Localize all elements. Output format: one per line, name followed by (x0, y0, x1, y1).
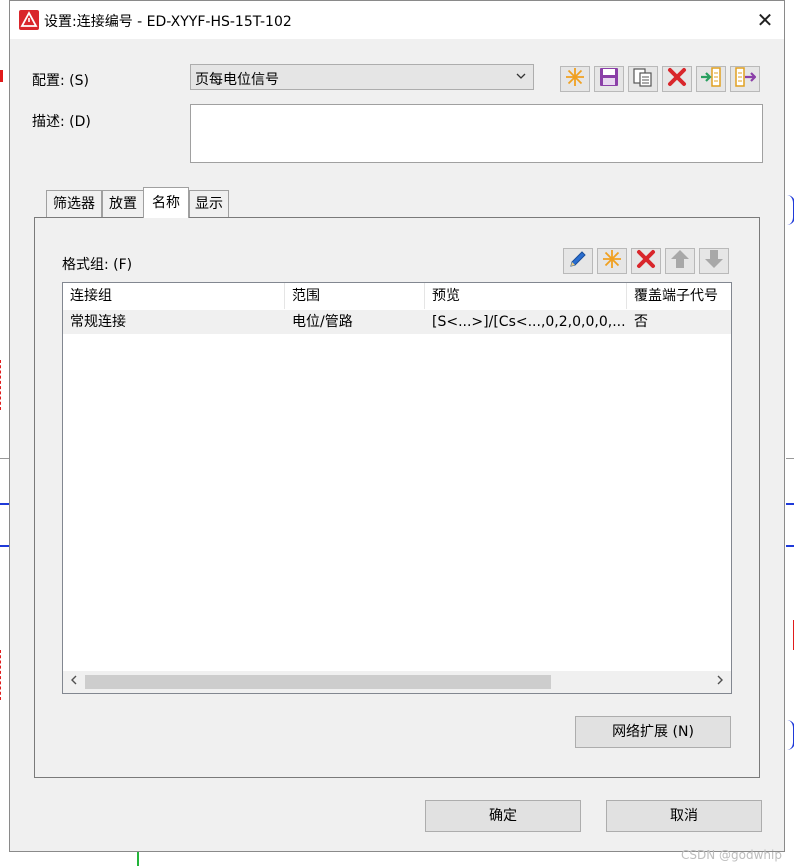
tab-placement[interactable]: 放置 (102, 190, 144, 217)
delete-icon (666, 66, 688, 92)
export-config-button[interactable] (730, 66, 760, 92)
description-label: 描述: (D) (32, 114, 91, 130)
watermark: CSDN @godwhip (681, 848, 782, 862)
move-down-icon (703, 248, 725, 274)
column-header-range[interactable]: 范围 (285, 283, 425, 309)
cad-blue-line (0, 503, 9, 505)
table-row[interactable]: 常规连接 电位/管路 [S<...>]/[Cs<...,0,2,0,0,0,..… (63, 310, 731, 334)
window-title: 设置:连接编号 - ED-XYYF-HS-15T-102 (44, 14, 292, 30)
delete-format-button[interactable] (631, 248, 661, 274)
import-config-button[interactable] (696, 66, 726, 92)
cad-green-line (137, 852, 139, 866)
format-group-label: 格式组: (F) (62, 257, 133, 273)
move-up-button[interactable] (665, 248, 695, 274)
column-header-preview[interactable]: 预览 (425, 283, 627, 309)
tab-name[interactable]: 名称 (143, 187, 189, 218)
cell-override-terminal: 否 (634, 314, 648, 330)
cell-preview: [S<...>]/[Cs<...,0,2,0,0,0,... (432, 314, 626, 330)
move-up-icon (669, 248, 691, 274)
app-logo-icon (19, 10, 39, 30)
description-field[interactable] (190, 104, 763, 163)
move-down-button[interactable] (699, 248, 729, 274)
tab-label: 筛选器 (53, 196, 95, 212)
save-config-button[interactable] (594, 66, 624, 92)
import-icon (700, 66, 722, 92)
tab-label: 名称 (152, 195, 180, 211)
edit-icon (567, 248, 589, 274)
cad-blue-mark (787, 720, 794, 750)
copy-icon (632, 66, 654, 92)
format-group-table[interactable]: 连接组 范围 预览 覆盖端子代号 常规连接 电位/管路 [S<...>]/[Cs… (62, 282, 732, 694)
cad-blue-line (0, 545, 9, 547)
new-icon (564, 66, 586, 92)
cad-blue-mark (787, 195, 794, 225)
cad-gray-line (0, 458, 9, 459)
scrollbar-thumb[interactable] (85, 675, 551, 689)
tab-label: 显示 (195, 196, 223, 212)
save-icon (598, 66, 620, 92)
close-button[interactable]: ✕ (750, 5, 780, 35)
chevron-down-icon (515, 70, 527, 85)
scroll-right-icon[interactable] (715, 673, 725, 690)
new-icon (601, 248, 623, 274)
tab-display[interactable]: 显示 (189, 190, 229, 217)
new-config-button[interactable] (560, 66, 590, 92)
ok-button[interactable]: 确定 (425, 800, 581, 832)
config-dropdown[interactable]: 页每电位信号 (190, 64, 534, 90)
settings-dialog: 设置:连接编号 - ED-XYYF-HS-15T-102 ✕ 配置: (S) 页… (9, 0, 785, 852)
column-header-connection-group[interactable]: 连接组 (63, 283, 285, 309)
title-bar: 设置:连接编号 - ED-XYYF-HS-15T-102 ✕ (10, 1, 784, 39)
config-selected-value: 页每电位信号 (195, 72, 279, 88)
cad-red-mark (0, 70, 3, 82)
tab-filter[interactable]: 筛选器 (46, 190, 102, 217)
export-icon (734, 66, 757, 92)
cell-range: 电位/管路 (292, 314, 353, 330)
scroll-left-icon[interactable] (69, 673, 79, 690)
cad-blue-line (786, 545, 794, 547)
config-label: 配置: (S) (32, 73, 89, 89)
network-expand-button[interactable]: 网络扩展 (N) (575, 716, 731, 748)
delete-config-button[interactable] (662, 66, 692, 92)
cad-red-mark (0, 650, 4, 700)
cad-blue-line (786, 503, 794, 505)
cad-gray-line (786, 458, 794, 459)
cad-red-mark (0, 360, 4, 410)
delete-icon (635, 248, 657, 274)
cell-connection-group: 常规连接 (70, 314, 126, 330)
horizontal-scrollbar[interactable] (63, 671, 731, 693)
copy-config-button[interactable] (628, 66, 658, 92)
cancel-button[interactable]: 取消 (606, 800, 762, 832)
tab-label: 放置 (109, 196, 137, 212)
edit-format-button[interactable] (563, 248, 593, 274)
new-format-button[interactable] (597, 248, 627, 274)
cad-red-mark (787, 620, 794, 650)
column-header-override-terminal[interactable]: 覆盖端子代号 (627, 283, 731, 309)
